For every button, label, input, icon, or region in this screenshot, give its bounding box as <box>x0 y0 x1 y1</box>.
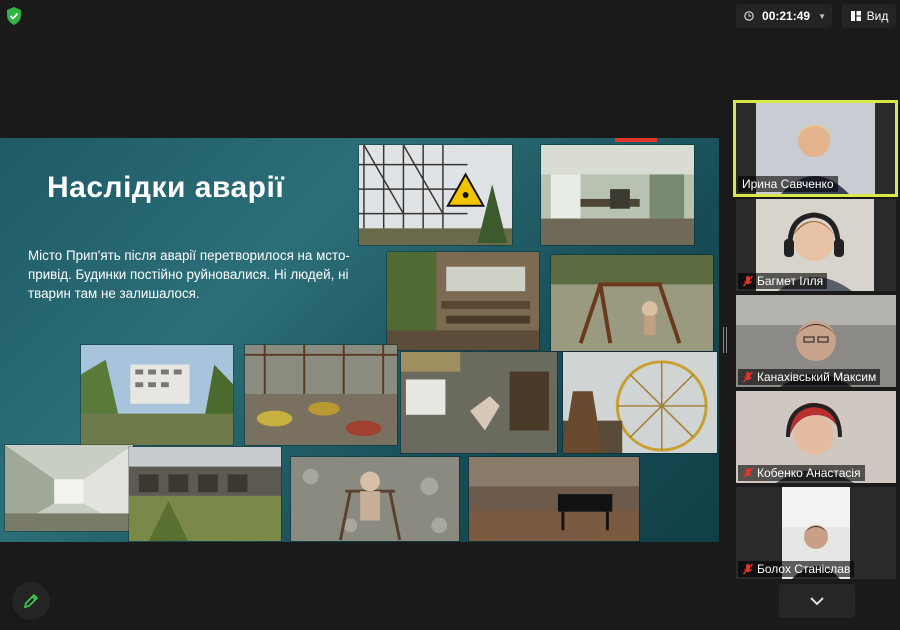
clock-icon <box>744 11 754 21</box>
pen-icon <box>23 593 39 609</box>
photo-bumper-cars <box>244 344 398 446</box>
scroll-participants-down-button[interactable] <box>779 584 855 618</box>
participant-tile[interactable]: Канахівський Максим <box>736 295 896 387</box>
meeting-timer[interactable]: 00:21:49 ▼ <box>736 4 832 28</box>
photo-hospital-corridor <box>4 444 134 532</box>
shield-check-icon[interactable] <box>4 6 24 26</box>
participant-name: Канахівський Максим <box>757 370 877 384</box>
participant-tile[interactable]: Кобенко Анастасія <box>736 391 896 483</box>
grid-view-icon <box>850 11 861 21</box>
participant-name-bar: Кобенко Анастасія <box>738 465 865 481</box>
chevron-down-icon: ▼ <box>818 11 826 21</box>
photo-overgrown-school <box>386 251 540 351</box>
photo-playground-doll <box>550 254 714 352</box>
view-label: Вид <box>866 9 889 23</box>
participant-tile-active-speaker[interactable]: Ирина Савченко <box>733 100 898 197</box>
mic-off-icon <box>742 467 754 479</box>
shared-screen-slide: Наслідки аварії Місто Прип'ять після ава… <box>0 138 719 542</box>
view-button[interactable]: Вид <box>842 4 896 28</box>
participant-name: Ирина Савченко <box>742 177 834 191</box>
photo-pripyat-hotel <box>80 344 234 446</box>
mic-off-icon <box>742 371 754 383</box>
photo-doll-on-chair <box>290 456 460 542</box>
panel-resize-handle[interactable] <box>723 327 727 353</box>
participant-name-bar: Багмет Ілля <box>738 273 828 289</box>
participant-name: Кобенко Анастасія <box>757 466 861 480</box>
participant-name: Багмет Ілля <box>757 274 824 288</box>
participant-name-bar: Болох Станіслав <box>738 561 855 577</box>
screen-share-indicator <box>615 138 657 142</box>
photo-ferris-wheel <box>562 351 718 454</box>
participant-tile[interactable]: Багмет Ілля <box>736 199 896 291</box>
participant-name: Болох Станіслав <box>757 562 851 576</box>
chevron-down-icon <box>810 597 824 606</box>
participant-tile[interactable]: Болох Станіслав <box>736 487 896 579</box>
mic-off-icon <box>742 563 754 575</box>
slide-body-text: Місто Прип'ять після аварії перетворилос… <box>28 248 350 301</box>
mic-off-icon <box>742 275 754 287</box>
participant-name-bar: Ирина Савченко <box>738 176 838 192</box>
slide-title: Наслідки аварії <box>47 171 285 204</box>
photo-abandoned-classroom <box>540 144 695 246</box>
photo-cafe-building <box>128 446 282 542</box>
photo-duga-radiation-sign <box>358 144 513 246</box>
photo-piano-hall <box>468 456 640 542</box>
photo-doll-on-floor <box>400 351 558 454</box>
participant-name-bar: Канахівський Максим <box>738 369 881 385</box>
annotate-button[interactable] <box>12 582 50 620</box>
timer-value: 00:21:49 <box>762 9 811 23</box>
